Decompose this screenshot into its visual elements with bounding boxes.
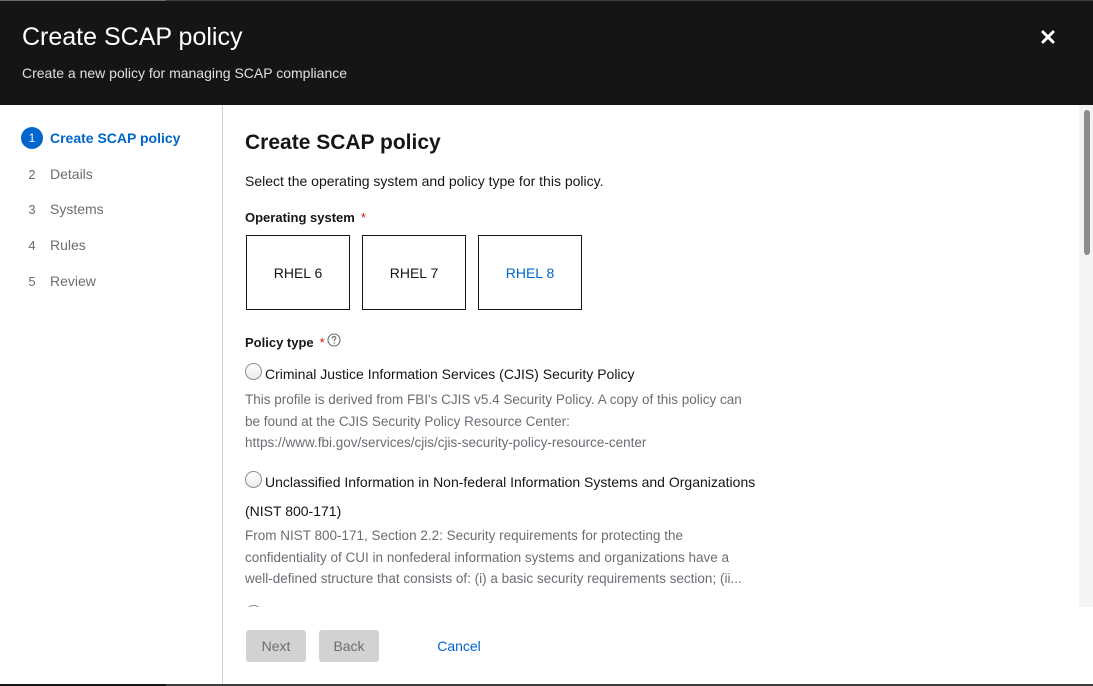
step-label: Create SCAP policy (50, 130, 181, 146)
step-label: Rules (50, 237, 86, 253)
os-tile-rhel-8[interactable]: RHEL 8 (478, 235, 582, 310)
close-button[interactable] (1034, 23, 1062, 51)
wizard-step-rules[interactable]: 4 Rules (21, 233, 86, 257)
step-label: Details (50, 166, 93, 182)
policy-radio-cjis[interactable] (245, 363, 262, 380)
content-scrollbar[interactable] (1079, 105, 1093, 607)
wizard-body: Create SCAP policy Select the operating … (224, 105, 1093, 607)
step-label: Systems (50, 201, 104, 217)
step-description: Select the operating system and policy t… (245, 173, 604, 189)
step-label: Review (50, 273, 96, 289)
policy-radio-nist-800-171[interactable] (245, 471, 262, 488)
modal-title: Create SCAP policy (22, 23, 243, 51)
os-field-label: Operating system * (245, 210, 366, 225)
wizard-step-create-scap-policy[interactable]: 1 Create SCAP policy (21, 126, 180, 150)
cancel-button[interactable]: Cancel (424, 630, 494, 662)
wizard-step-details[interactable]: 2 Details (21, 162, 93, 186)
back-button[interactable]: Back (319, 630, 379, 662)
step-title: Create SCAP policy (245, 131, 441, 154)
policy-label-nist-800-171-continued[interactable]: (NIST 800-171) (245, 503, 341, 519)
step-number: 4 (28, 237, 36, 253)
wizard-step-review[interactable]: 5 Review (21, 269, 96, 293)
create-policy-modal: Create SCAP policy Create a new policy f… (0, 1, 1093, 684)
step-number: 2 (28, 166, 36, 182)
policy-description-cjis: This profile is derived from FBI's CJIS … (245, 392, 742, 450)
wizard-nav: 1 Create SCAP policy 2 Details 3 Systems… (0, 105, 223, 684)
help-circle-icon[interactable] (327, 333, 341, 347)
scrollbar-thumb[interactable] (1084, 110, 1090, 255)
wizard-step-systems[interactable]: 3 Systems (21, 197, 104, 221)
step-number: 3 (28, 201, 36, 217)
os-tile-rhel-6[interactable]: RHEL 6 (246, 235, 350, 310)
policy-label-cjis[interactable]: Criminal Justice Information Services (C… (265, 366, 635, 382)
policy-label-nist-800-171[interactable]: Unclassified Information in Non-federal … (265, 474, 755, 490)
os-tile-rhel-7[interactable]: RHEL 7 (362, 235, 466, 310)
policy-description-nist-800-171: From NIST 800-171, Section 2.2: Security… (245, 528, 742, 586)
required-marker: * (319, 335, 325, 350)
close-icon (1041, 30, 1055, 44)
wizard-footer: Next Back Cancel (224, 607, 1093, 684)
step-number: 1 (21, 127, 43, 149)
next-button[interactable]: Next (246, 630, 306, 662)
modal-description: Create a new policy for managing SCAP co… (22, 65, 348, 81)
required-marker: * (360, 210, 366, 225)
step-number: 5 (28, 273, 36, 289)
policy-type-label: Policy type * (245, 335, 325, 350)
modal-header: Create SCAP policy Create a new policy f… (0, 1, 1093, 105)
